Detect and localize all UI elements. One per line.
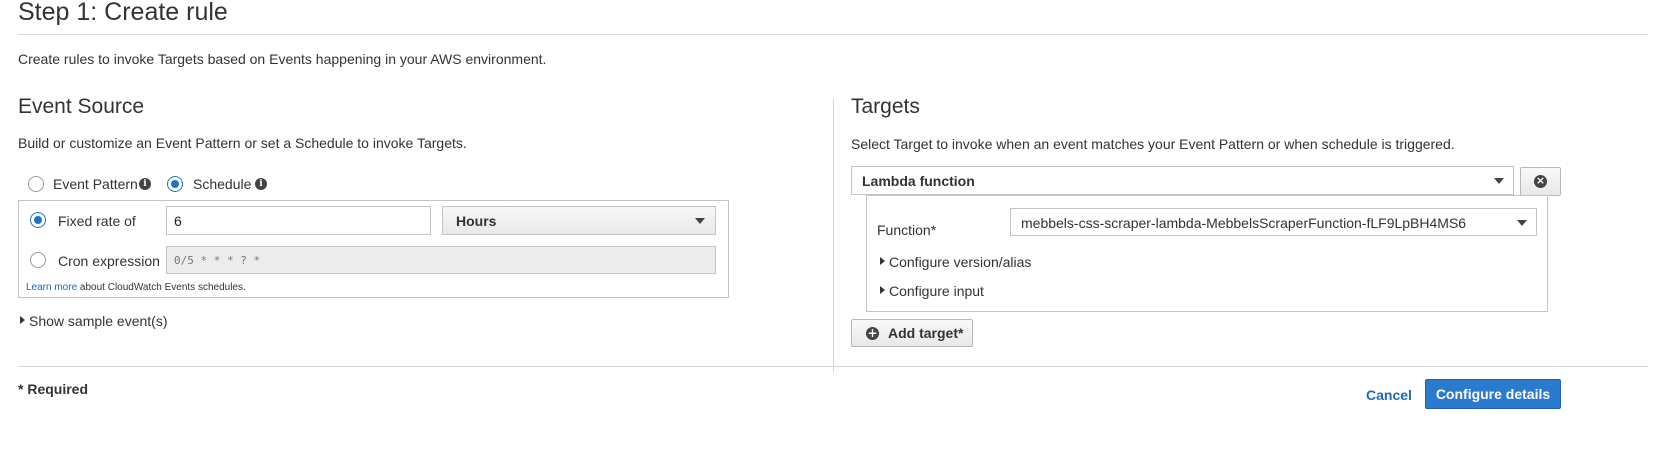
add-target-button[interactable]: + Add target* (851, 319, 973, 347)
title-divider (18, 34, 1648, 35)
fixed-rate-radio[interactable] (30, 212, 46, 228)
add-target-label: Add target* (888, 325, 964, 341)
event-source-description: Build or customize an Event Pattern or s… (18, 135, 467, 151)
remove-target-button[interactable]: × (1520, 167, 1561, 196)
event-pattern-radio[interactable] (28, 176, 44, 192)
expand-triangle-icon[interactable] (20, 316, 25, 324)
schedule-radio[interactable] (167, 176, 183, 192)
target-type-select[interactable]: Lambda function (851, 166, 1514, 195)
footer-divider (18, 366, 1648, 367)
cron-label: Cron expression (58, 253, 160, 269)
required-note: * Required (18, 381, 89, 397)
rate-unit-value: Hours (456, 213, 497, 229)
function-label: Function* (877, 222, 937, 238)
targets-description: Select Target to invoke when an event ma… (851, 136, 1455, 152)
configure-details-button[interactable]: Configure details (1425, 379, 1561, 409)
info-icon[interactable]: i (139, 178, 151, 190)
expand-triangle-icon[interactable] (880, 257, 885, 265)
info-icon[interactable]: i (255, 178, 267, 190)
show-sample-events[interactable]: Show sample event(s) (29, 313, 168, 329)
targets-title: Targets (851, 95, 920, 118)
remove-icon: × (1534, 174, 1547, 188)
fixed-rate-input[interactable]: 6 (166, 206, 431, 235)
cancel-link[interactable]: Cancel (1366, 387, 1412, 403)
target-type-value: Lambda function (862, 173, 975, 189)
event-source-title: Event Source (18, 95, 145, 118)
schedule-label[interactable]: Schedule (193, 176, 251, 192)
function-value: mebbels-css-scraper-lambda-MebbelsScrape… (1021, 215, 1467, 231)
caret-down-icon (695, 218, 705, 224)
cron-input[interactable]: 0/5 * * * ? * (166, 246, 716, 274)
cron-radio[interactable] (30, 252, 46, 268)
rate-unit-select[interactable]: Hours (442, 206, 716, 235)
caret-down-icon (1517, 220, 1527, 226)
page-title: Step 1: Create rule (18, 0, 228, 26)
learn-more-link[interactable]: Learn more (26, 282, 77, 293)
learn-more-text: Learn more about CloudWatch Events sched… (26, 282, 246, 293)
configure-input[interactable]: Configure input (889, 283, 984, 299)
caret-down-icon (1494, 178, 1504, 184)
expand-triangle-icon[interactable] (880, 286, 885, 294)
page-description: Create rules to invoke Targets based on … (18, 51, 547, 67)
learn-more-rest: about CloudWatch Events schedules. (77, 282, 246, 293)
fixed-rate-label: Fixed rate of (58, 213, 136, 229)
column-divider (833, 99, 834, 372)
function-select[interactable]: mebbels-css-scraper-lambda-MebbelsScrape… (1010, 208, 1537, 236)
plus-circle-icon: + (866, 326, 879, 340)
event-pattern-label[interactable]: Event Pattern (53, 176, 138, 192)
configure-version-alias[interactable]: Configure version/alias (889, 254, 1031, 270)
